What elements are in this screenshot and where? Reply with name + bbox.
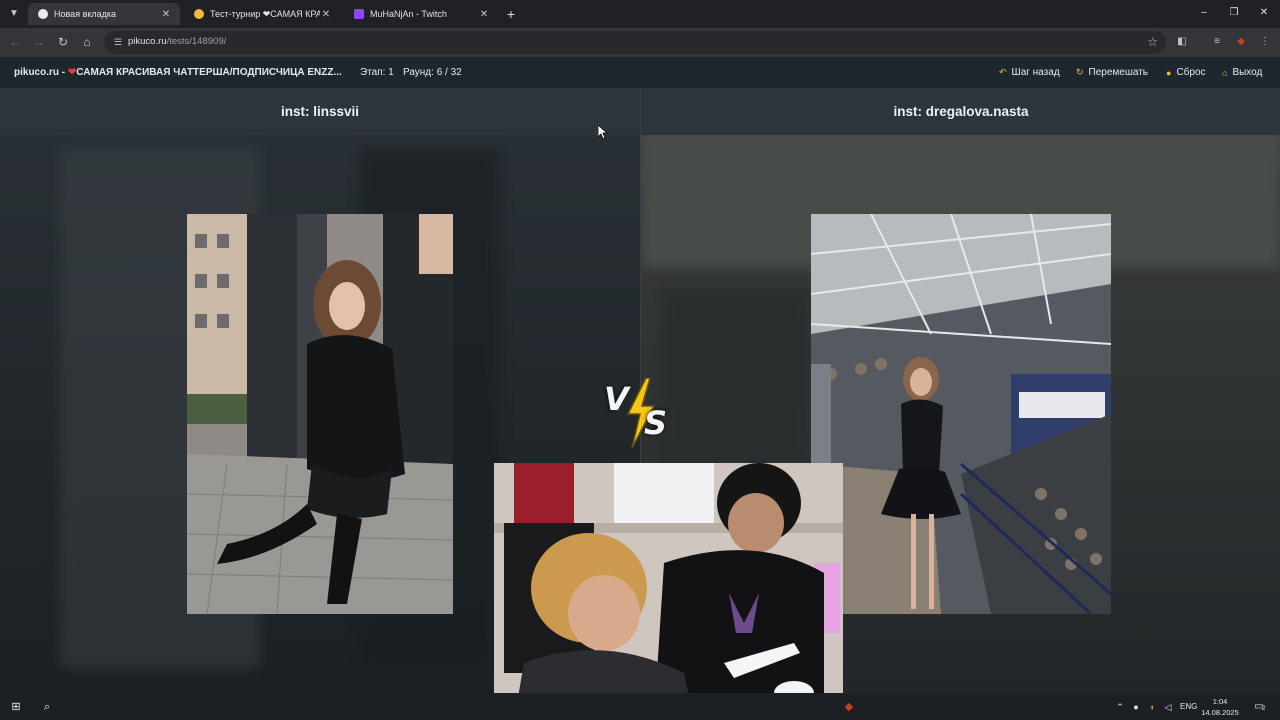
search-icon[interactable]: ⌕: [38, 698, 56, 716]
shuffle-button[interactable]: ↻ Перемешать: [1076, 67, 1148, 78]
site-info-icon[interactable]: ☰: [112, 36, 124, 48]
speaker-icon[interactable]: ◁: [1159, 698, 1177, 716]
stage-indicator: Этап: 1: [360, 67, 394, 78]
tab-title: Тест-турнир ❤САМАЯ КРАСИ: [210, 8, 320, 19]
close-icon[interactable]: ✕: [320, 9, 332, 20]
windows-start-icon[interactable]: ⊞: [7, 698, 25, 716]
back-icon[interactable]: ←: [6, 33, 24, 51]
browser-taskbar-icon[interactable]: ◆: [840, 698, 858, 716]
page-title[interactable]: pikuco.ru - ❤САМАЯ КРАСИВАЯ ЧАТТЕРША/ПОД…: [14, 67, 342, 78]
versus-badge: V S: [600, 378, 680, 448]
url-text[interactable]: pikuco.ru/tests/148909/: [128, 36, 226, 47]
contestant-left-name: inst: linssvii: [0, 88, 640, 135]
browser-toolbar: ← → ↻ ⌂ ☰ pikuco.ru/tests/148909/ ☆ ◧ ≡ …: [0, 28, 1280, 57]
exit-button[interactable]: ⌂ Выход: [1222, 67, 1262, 78]
language-indicator[interactable]: ENG: [1180, 702, 1197, 711]
plus-icon[interactable]: +: [502, 5, 520, 23]
menu-icon[interactable]: ⋮: [1256, 33, 1274, 51]
undo-icon: ↶: [999, 67, 1007, 77]
notification-count: 2: [1262, 706, 1266, 712]
site-header: pikuco.ru - ❤САМАЯ КРАСИВАЯ ЧАТТЕРША/ПОД…: [0, 57, 1280, 88]
tab-twitch[interactable]: MuHaNjAn - Twitch ✕: [344, 3, 498, 25]
pikuco-favicon-icon: [194, 9, 204, 19]
clock[interactable]: 1:04 14.08.2025: [1200, 696, 1240, 718]
stream-webcam-overlay: [494, 463, 843, 720]
close-window-icon[interactable]: ✕: [1252, 3, 1276, 23]
tab-strip: ▼ Новая вкладка ✕ Тест-турнир ❤САМАЯ КРА…: [0, 0, 1280, 28]
bookmark-star-icon[interactable]: ☆: [1147, 35, 1158, 49]
forward-icon[interactable]: →: [30, 33, 48, 51]
contestant-right-photo[interactable]: [811, 214, 1111, 614]
contestant-left-photo[interactable]: [187, 214, 453, 614]
reset-icon: ●: [1166, 67, 1172, 78]
media-controls-icon[interactable]: ≡: [1208, 33, 1226, 51]
address-bar[interactable]: ☰ pikuco.ru/tests/148909/ ☆: [104, 31, 1166, 54]
step-back-button[interactable]: ↶ Шаг назад: [999, 67, 1060, 78]
tab-title: Новая вкладка: [54, 9, 117, 19]
chevron-down-icon[interactable]: ▼: [4, 4, 24, 24]
maximize-icon[interactable]: ❐: [1222, 3, 1246, 23]
tab-title: MuHaNjAn - Twitch: [370, 9, 447, 19]
mouse-cursor-icon: [598, 125, 608, 139]
minimize-icon[interactable]: –: [1192, 3, 1216, 23]
brave-shield-icon[interactable]: ◆: [1232, 33, 1250, 51]
extensions-icon[interactable]: ◧: [1173, 33, 1191, 51]
home-icon: ⌂: [1222, 67, 1228, 78]
reset-button[interactable]: ● Сброс: [1166, 67, 1206, 78]
tab-pikuco[interactable]: Тест-турнир ❤САМАЯ КРАСИ ✕: [184, 3, 340, 25]
round-indicator: Раунд: 6 / 32: [403, 67, 462, 78]
contestant-right-name: inst: dregalova.nasta: [641, 88, 1280, 135]
chrome-icon: [38, 9, 48, 19]
close-icon[interactable]: ✕: [160, 9, 172, 20]
twitch-icon: [354, 9, 364, 19]
tab-new-tab[interactable]: Новая вкладка ✕: [28, 3, 180, 25]
close-icon[interactable]: ✕: [478, 9, 490, 20]
shuffle-icon: ↻: [1076, 67, 1084, 77]
reload-icon[interactable]: ↻: [54, 33, 72, 51]
microphone-icon[interactable]: ●: [1127, 698, 1145, 716]
home-icon[interactable]: ⌂: [78, 33, 96, 51]
windows-taskbar: ⊞ ⌕ ◆ ⌃ ● ◐ ◁ ENG 1:04 14.08.2025 ▭ 2: [0, 693, 1280, 720]
